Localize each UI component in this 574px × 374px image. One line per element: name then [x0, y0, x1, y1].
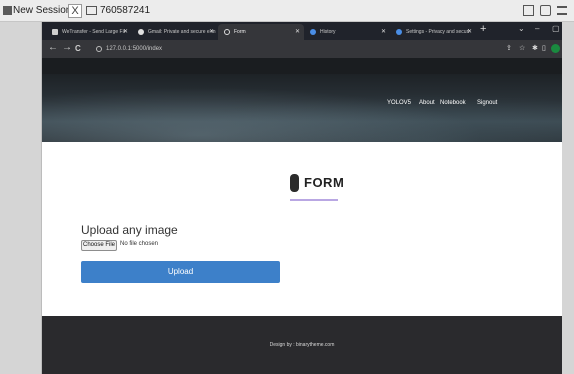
tab-label: Gmail: Private and secure e-m	[148, 29, 216, 35]
close-session-button[interactable]: X	[68, 4, 82, 18]
close-icon[interactable]: ✕	[295, 24, 300, 40]
close-icon[interactable]: ✕	[467, 24, 472, 40]
wetransfer-icon	[52, 29, 58, 35]
settings-icon	[396, 29, 402, 35]
close-icon[interactable]: ✕	[209, 24, 214, 40]
loading-icon	[224, 29, 230, 35]
minimize-button[interactable]: –	[535, 24, 539, 33]
no-file-status: No file chosen	[120, 241, 159, 247]
close-icon[interactable]: ✕	[381, 24, 386, 40]
browser-tab-bar: WeTransfer - Send Large Fil ✕ Gmail: Pri…	[42, 22, 562, 40]
share-icon[interactable]: ⇪	[506, 44, 512, 52]
heading-underline	[290, 199, 338, 201]
new-tab-button[interactable]: +	[480, 23, 486, 35]
tab-gmail[interactable]: Gmail: Private and secure e-m ✕	[132, 24, 218, 40]
fullscreen-icon[interactable]	[523, 5, 534, 16]
nav-link-notebook[interactable]: Notebook	[440, 100, 466, 106]
info-icon[interactable]	[96, 46, 102, 52]
forward-button[interactable]: →	[62, 42, 72, 53]
close-icon[interactable]: ✕	[123, 24, 128, 40]
top-strip	[42, 58, 562, 74]
footer-credit: Design by : binarytheme.com	[269, 342, 335, 348]
tab-wetransfer[interactable]: WeTransfer - Send Large Fil ✕	[46, 24, 132, 40]
monitor-icon	[86, 6, 97, 15]
session-toolbar: New Session X 760587241	[0, 0, 574, 22]
tab-history[interactable]: History ✕	[304, 24, 390, 40]
chevron-down-icon[interactable]: ⌄	[518, 24, 525, 33]
reload-button[interactable]: C	[75, 44, 81, 53]
hero-banner: YOLOV5 About Notebook Signout	[42, 74, 562, 142]
bookmark-star-icon[interactable]: ☆	[519, 44, 525, 52]
url-field[interactable]: 127.0.0.1:5000/index	[94, 44, 496, 55]
google-icon	[138, 29, 144, 35]
nav-link-yolov5[interactable]: YOLOV5	[387, 100, 411, 106]
tab-label: Settings - Privacy and securi	[406, 29, 470, 35]
right-panel	[562, 22, 574, 374]
web-page: YOLOV5 About Notebook Signout FORM Uploa…	[42, 58, 562, 374]
back-button[interactable]: ←	[48, 42, 58, 53]
window-icon[interactable]	[540, 5, 551, 16]
form-heading: FORM	[304, 175, 345, 190]
history-icon	[310, 29, 316, 35]
session-app-icon	[3, 6, 12, 15]
session-title: New Session	[13, 5, 72, 16]
choose-file-button[interactable]: Choose File	[81, 240, 117, 251]
tab-label: Form	[234, 29, 246, 35]
session-id: 760587241	[100, 5, 151, 16]
upload-button[interactable]: Upload	[81, 261, 280, 283]
left-panel	[0, 22, 42, 374]
sidepanel-icon[interactable]: ▯	[542, 44, 546, 52]
url-text: 127.0.0.1:5000/index	[106, 46, 163, 52]
tab-settings[interactable]: Settings - Privacy and securi ✕	[390, 24, 476, 40]
form-heading-icon	[290, 174, 299, 192]
maximize-button[interactable]: ▢	[552, 24, 560, 33]
profile-avatar[interactable]	[551, 44, 560, 53]
browser-address-bar: ← → C 127.0.0.1:5000/index ⇪ ☆ ✱ ▯	[42, 40, 562, 58]
nav-link-about[interactable]: About	[419, 100, 435, 106]
extensions-icon[interactable]: ✱	[532, 44, 538, 52]
page-footer: Design by : binarytheme.com	[42, 316, 562, 374]
tab-form[interactable]: Form ✕	[218, 24, 304, 40]
nav-link-signout[interactable]: Signout	[477, 100, 497, 106]
tab-label: History	[320, 29, 336, 35]
upload-label: Upload any image	[81, 223, 178, 237]
tab-label: WeTransfer - Send Large Fil	[62, 29, 125, 35]
menu-icon[interactable]	[557, 6, 567, 15]
